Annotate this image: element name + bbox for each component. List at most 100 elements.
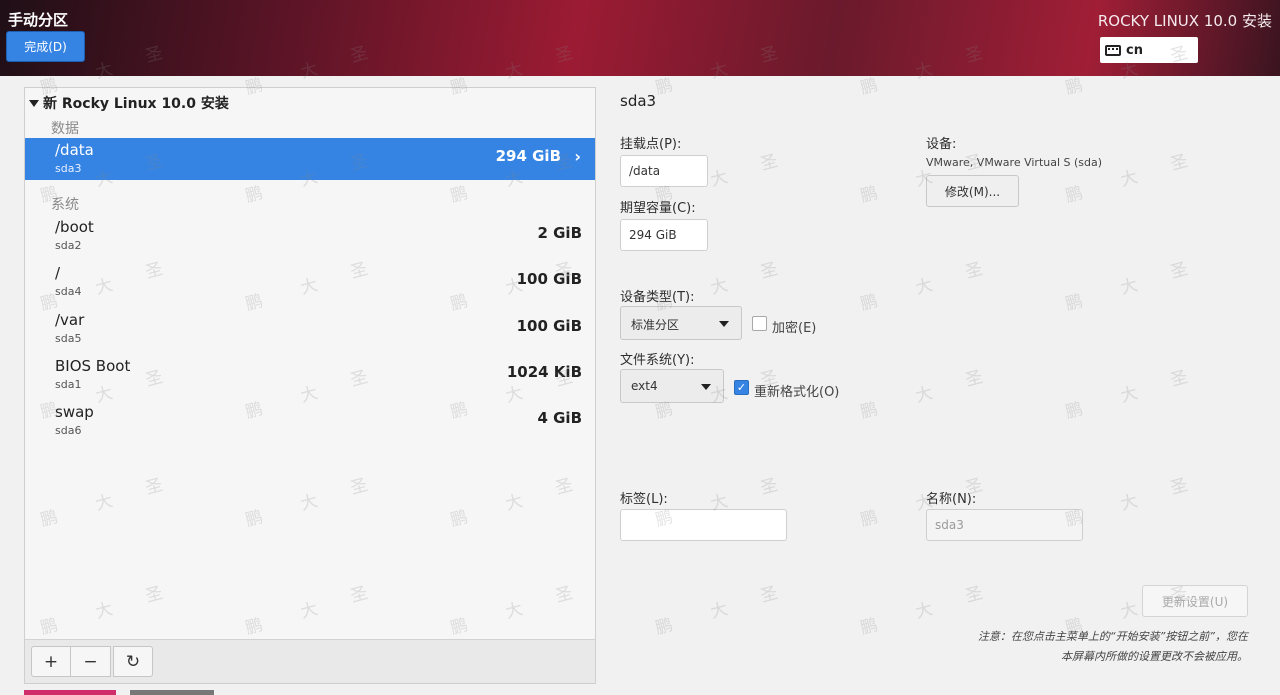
apply-note: 注意：在您点击主菜单上的“开始安装”按钮之前”，您在本屏幕内所做的设置更改不会被…: [977, 630, 1248, 663]
partition-device: sda2: [55, 239, 82, 252]
device-type-value: 标准分区: [631, 318, 680, 332]
watermark-glyph: 圣: [1168, 151, 1190, 175]
watermark-glyph: 鹏: [858, 507, 880, 531]
reformat-label: 重新格式化(O): [754, 385, 840, 400]
partition-mount: /: [55, 264, 61, 282]
watermark-glyph: 圣: [758, 259, 780, 283]
partition-device: sda5: [55, 332, 82, 345]
bottom-accent-bar: [24, 690, 116, 695]
partition-row-boot[interactable]: /boot sda2 2 GiB: [25, 215, 595, 257]
watermark-glyph: 鹏: [858, 615, 880, 639]
partition-device: sda6: [55, 424, 82, 437]
watermark-glyph: 鹏: [1063, 183, 1085, 207]
device-info: VMware, VMware Virtual S (sda): [926, 156, 1103, 169]
add-partition-button[interactable]: +: [31, 646, 71, 677]
capacity-field[interactable]: 294 GiB: [620, 219, 708, 251]
distro-title: ROCKY LINUX 10.0 安装: [1097, 12, 1272, 30]
watermark-glyph: 鹏: [858, 183, 880, 207]
partition-toolbar: + − ↻: [25, 639, 595, 683]
filesystem-value: ext4: [631, 379, 658, 393]
watermark-glyph: 圣: [1168, 367, 1190, 391]
bottom-gray-bar: [130, 690, 214, 695]
device-type-label: 设备类型(T):: [620, 290, 695, 305]
watermark-glyph: 大: [913, 275, 935, 299]
name-label: 名称(N):: [926, 492, 977, 507]
watermark-glyph: 大: [1118, 599, 1140, 623]
partition-size: 100 GiB: [516, 270, 582, 288]
partition-row-swap[interactable]: swap sda6 4 GiB: [25, 400, 595, 442]
tag-field[interactable]: [620, 509, 787, 541]
watermark-glyph: 鹏: [653, 615, 675, 639]
watermark-glyph: 圣: [963, 367, 985, 391]
watermark-glyph: 大: [913, 383, 935, 407]
partition-row-var[interactable]: /var sda5 100 GiB: [25, 308, 595, 350]
watermark-glyph: 圣: [1168, 259, 1190, 283]
encrypt-label: 加密(E): [772, 321, 817, 336]
partition-size: 294 GiB: [495, 147, 561, 165]
partition-mount: BIOS Boot: [55, 357, 131, 375]
device-label: 设备:: [926, 137, 957, 152]
watermark-glyph: 圣: [758, 583, 780, 607]
mount-point-label: 挂载点(P):: [620, 137, 682, 152]
watermark-glyph: 鹏: [858, 291, 880, 315]
watermark-glyph: 大: [913, 599, 935, 623]
group-label-system: 系统: [51, 197, 79, 213]
name-field[interactable]: sda3: [926, 509, 1083, 541]
partition-mount: /data: [55, 141, 94, 159]
modify-device-button[interactable]: 修改(M)...: [926, 175, 1019, 207]
header-bar: 手动分区 完成(D) ROCKY LINUX 10.0 安装 cn: [0, 0, 1280, 76]
watermark-glyph: 鹏: [1063, 291, 1085, 315]
done-button[interactable]: 完成(D): [6, 31, 85, 62]
filesystem-label: 文件系统(Y):: [620, 353, 695, 368]
group-label-data: 数据: [51, 121, 79, 137]
watermark-glyph: 大: [708, 275, 730, 299]
keyboard-icon: [1105, 44, 1121, 56]
partition-device: sda1: [55, 378, 82, 391]
partition-mount: swap: [55, 403, 94, 421]
partition-row-biosboot[interactable]: BIOS Boot sda1 1024 KiB: [25, 354, 595, 396]
watermark-glyph: 大: [1118, 167, 1140, 191]
watermark-glyph: 大: [1118, 383, 1140, 407]
chevron-down-icon: [701, 384, 711, 390]
watermark-glyph: 圣: [758, 475, 780, 499]
watermark-glyph: 大: [708, 167, 730, 191]
chevron-down-icon: [719, 321, 729, 327]
watermark-glyph: 大: [1118, 275, 1140, 299]
keyboard-layout-indicator[interactable]: cn: [1100, 37, 1198, 63]
remove-partition-button[interactable]: −: [71, 646, 111, 677]
partition-tree-panel: 新 Rocky Linux 10.0 安装 数据 /data sda3 294 …: [24, 87, 596, 684]
mount-point-field[interactable]: /data: [620, 155, 708, 187]
encrypt-checkbox[interactable]: [752, 316, 767, 331]
partition-row-data[interactable]: /data sda3 294 GiB ›: [25, 138, 595, 180]
update-settings-button[interactable]: 更新设置(U): [1142, 585, 1248, 617]
partition-row-root[interactable]: / sda4 100 GiB: [25, 261, 595, 303]
expander-triangle-icon[interactable]: [29, 99, 39, 107]
partition-size: 1024 KiB: [506, 363, 582, 381]
partition-mount: /boot: [55, 218, 94, 236]
watermark-glyph: 鹏: [1063, 399, 1085, 423]
watermark-glyph: 鹏: [858, 399, 880, 423]
watermark-glyph: 圣: [963, 583, 985, 607]
partition-size: 4 GiB: [537, 409, 582, 427]
partition-size: 100 GiB: [516, 317, 582, 335]
watermark-glyph: 圣: [1168, 475, 1190, 499]
reformat-checkbox[interactable]: ✓: [734, 380, 749, 395]
refresh-button[interactable]: ↻: [113, 646, 153, 677]
partition-detail-title: sda3: [620, 92, 657, 110]
partition-mount: /var: [55, 311, 85, 329]
tag-label: 标签(L):: [620, 492, 668, 507]
chevron-right-icon: ›: [574, 147, 581, 166]
watermark-glyph: 圣: [758, 151, 780, 175]
watermark-glyph: 大: [708, 599, 730, 623]
device-type-select[interactable]: 标准分区: [620, 306, 742, 340]
watermark-glyph: 大: [1118, 491, 1140, 515]
page-title: 手动分区: [8, 11, 69, 29]
partition-device: sda4: [55, 285, 82, 298]
watermark-glyph: 圣: [963, 259, 985, 283]
capacity-label: 期望容量(C):: [620, 201, 696, 216]
filesystem-select[interactable]: ext4: [620, 369, 724, 403]
partition-device: sda3: [55, 162, 82, 175]
install-label: 新 Rocky Linux 10.0 安装: [43, 96, 229, 112]
keyboard-layout-label: cn: [1126, 42, 1143, 58]
install-tree-node[interactable]: 新 Rocky Linux 10.0 安装: [29, 93, 229, 113]
